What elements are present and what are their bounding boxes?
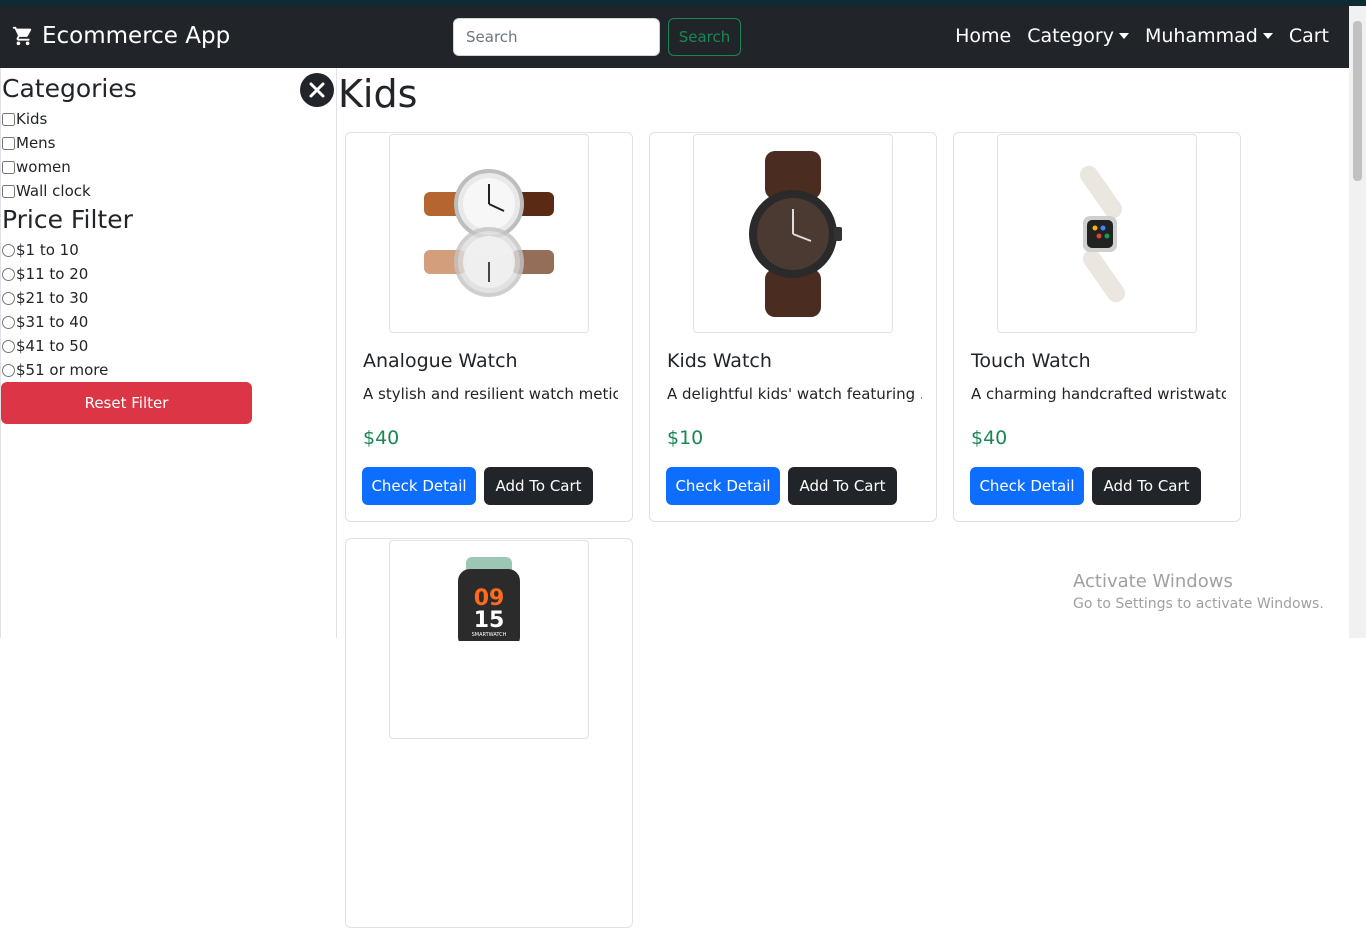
price-radio[interactable]	[2, 363, 15, 377]
category-option-women[interactable]: women	[1, 155, 336, 179]
category-checkbox[interactable]	[2, 112, 15, 126]
filter-sidebar: Categories Kids Mens women Wall clock Pr…	[0, 68, 337, 638]
product-description: A delightful kids' watch featuring ...	[667, 385, 922, 403]
nav-links: Home Category Muhammad Cart	[955, 25, 1329, 47]
watermark-title: Activate Windows	[1073, 571, 1233, 592]
category-option-wall-clock[interactable]: Wall clock	[1, 179, 336, 203]
product-image	[389, 134, 589, 333]
check-detail-button[interactable]: Check Detail	[362, 467, 476, 505]
check-detail-button[interactable]: Check Detail	[666, 467, 780, 505]
price-option-51-more[interactable]: $51 or more	[1, 358, 336, 382]
category-label: Wall clock	[16, 182, 91, 200]
smartwatch-minute: 15	[474, 608, 505, 633]
price-label: $31 to 40	[16, 313, 89, 331]
cart-icon	[12, 26, 32, 46]
brand[interactable]: Ecommerce App	[12, 23, 230, 49]
page-title: Kids	[338, 72, 418, 116]
windows-activation-watermark: Activate Windows Go to Settings to activ…	[1073, 571, 1324, 612]
search-input[interactable]	[453, 18, 660, 56]
price-label: $41 to 50	[16, 337, 89, 355]
page-scrollbar[interactable]	[1349, 6, 1366, 638]
caret-down-icon	[1262, 33, 1273, 39]
product-title: Kids Watch	[667, 350, 772, 372]
category-label: women	[16, 158, 71, 176]
check-detail-button[interactable]: Check Detail	[970, 467, 1084, 505]
add-to-cart-button[interactable]: Add To Cart	[484, 467, 593, 505]
category-label: Mens	[16, 134, 56, 152]
price-option-21-30[interactable]: $21 to 30	[1, 286, 336, 310]
product-image: 09 15 SMARTWATCH	[389, 540, 589, 739]
smartwatch-image: 09 15 SMARTWATCH	[458, 557, 520, 641]
nav-home[interactable]: Home	[955, 25, 1011, 47]
product-image	[693, 134, 893, 333]
price-radio[interactable]	[2, 339, 15, 353]
price-radio[interactable]	[2, 291, 15, 305]
price-radio[interactable]	[2, 267, 15, 281]
product-price: $40	[363, 427, 400, 449]
category-label: Kids	[16, 110, 48, 128]
analogue-watch-image	[424, 168, 554, 297]
price-label: $1 to 10	[16, 241, 79, 259]
brand-label: Ecommerce App	[42, 23, 231, 49]
product-card: 09 15 SMARTWATCH	[345, 538, 633, 928]
nav-user-label: Muhammad	[1144, 25, 1258, 47]
product-title: Analogue Watch	[363, 350, 518, 372]
add-to-cart-button[interactable]: Add To Cart	[788, 467, 897, 505]
price-option-31-40[interactable]: $31 to 40	[1, 310, 336, 334]
smartwatch-label: SMARTWATCH	[472, 632, 507, 638]
product-description: A stylish and resilient watch metic...	[363, 385, 618, 403]
product-price: $10	[667, 427, 704, 449]
nav-user-dropdown[interactable]: Muhammad	[1145, 25, 1273, 47]
price-label: $11 to 20	[16, 265, 89, 283]
search-button[interactable]: Search	[668, 18, 741, 56]
nav-category-dropdown[interactable]: Category	[1027, 25, 1129, 47]
category-checkbox[interactable]	[2, 184, 15, 198]
price-radio[interactable]	[2, 243, 15, 257]
watermark-subtitle: Go to Settings to activate Windows.	[1073, 596, 1324, 612]
kids-watch-image	[749, 150, 842, 317]
category-checkbox[interactable]	[2, 160, 15, 174]
price-radio[interactable]	[2, 315, 15, 329]
product-card: Touch Watch A charming handcrafted wrist…	[953, 132, 1241, 522]
price-option-1-10[interactable]: $1 to 10	[1, 238, 336, 262]
close-sidebar-button[interactable]	[300, 73, 334, 107]
add-to-cart-button[interactable]: Add To Cart	[1092, 467, 1201, 505]
touch-watch-image	[1079, 165, 1126, 302]
price-option-11-20[interactable]: $11 to 20	[1, 262, 336, 286]
scrollbar-thumb[interactable]	[1353, 21, 1362, 181]
product-card: Kids Watch A delightful kids' watch feat…	[649, 132, 937, 522]
price-option-41-50[interactable]: $41 to 50	[1, 334, 336, 358]
caret-down-icon	[1118, 33, 1129, 39]
product-card: Analogue Watch A stylish and resilient w…	[345, 132, 633, 522]
product-price: $40	[971, 427, 1008, 449]
category-checkbox[interactable]	[2, 136, 15, 150]
price-label: $21 to 30	[16, 289, 89, 307]
close-icon	[309, 82, 325, 98]
product-title: Touch Watch	[971, 350, 1091, 372]
category-option-mens[interactable]: Mens	[1, 131, 336, 155]
price-filter-heading: Price Filter	[2, 205, 133, 234]
nav-category-label: Category	[1027, 25, 1114, 47]
categories-heading: Categories	[2, 74, 137, 103]
nav-cart[interactable]: Cart	[1289, 25, 1329, 47]
category-option-kids[interactable]: Kids	[1, 107, 336, 131]
price-label: $51 or more	[16, 361, 109, 379]
product-image	[997, 134, 1197, 333]
reset-filter-button[interactable]: Reset Filter	[1, 382, 252, 424]
product-description: A charming handcrafted wristwatc...	[971, 385, 1226, 403]
navbar: Ecommerce App Search Home Category Muham…	[0, 6, 1349, 68]
